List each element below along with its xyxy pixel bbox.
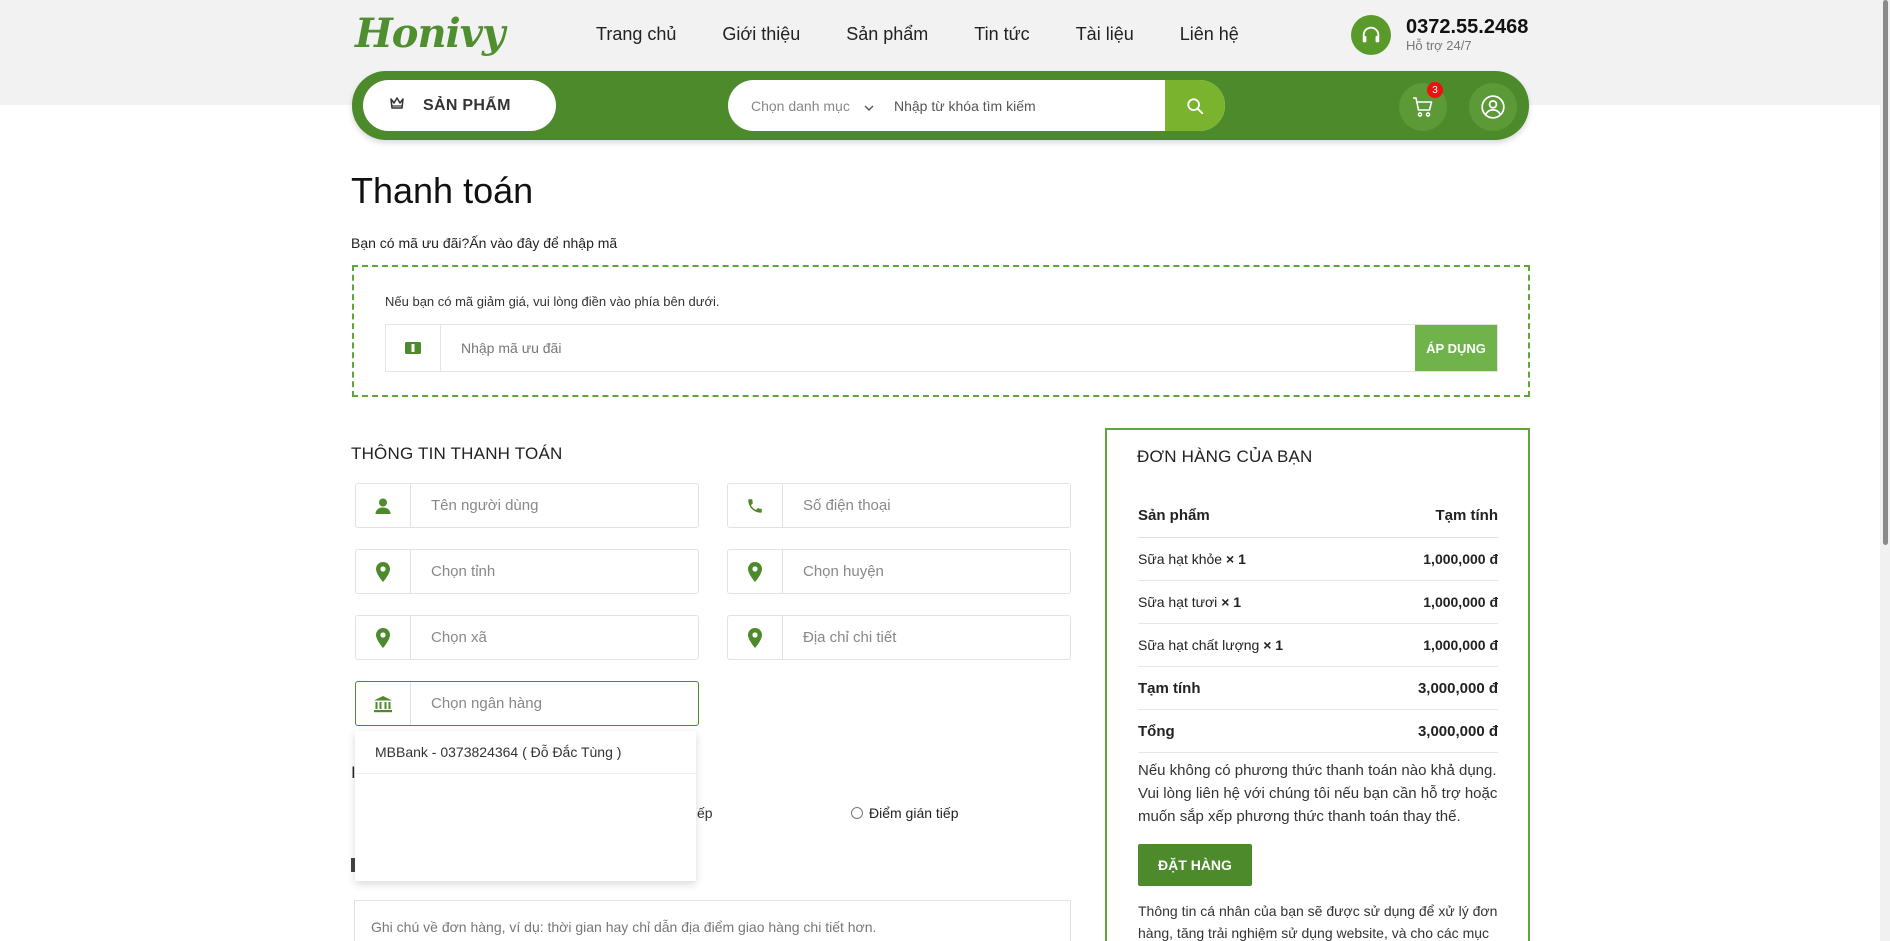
bank-dropdown: MBBank - 0373824364 ( Đỗ Đắc Tùng ): [355, 731, 696, 881]
place-order-button[interactable]: ĐẶT HÀNG: [1138, 844, 1252, 886]
category-select-label: Chọn danh mục: [751, 97, 850, 114]
item-qty: × 1: [1226, 551, 1246, 567]
ticket-icon: [386, 325, 441, 371]
products-menu-button[interactable]: SẢN PHẨM: [363, 80, 556, 131]
user-icon: [356, 484, 411, 527]
total-label: Tổng: [1138, 722, 1175, 740]
user-circle-icon: [1481, 95, 1505, 119]
address-field[interactable]: Địa chỉ chi tiết: [727, 615, 1071, 660]
item-price: 1,000,000 đ: [1423, 551, 1498, 567]
order-item-row: Sữa hạt khỏe × 1 1,000,000 đ: [1138, 538, 1498, 581]
subtotal-row: Tạm tính 3,000,000 đ: [1138, 667, 1498, 710]
search-input[interactable]: Nhập từ khóa tìm kiếm: [888, 98, 1165, 114]
district-placeholder: Chọn huyện: [803, 563, 884, 580]
item-name: Sữa hạt khỏe: [1138, 551, 1223, 567]
item-price: 1,000,000 đ: [1423, 594, 1498, 610]
total-value: 3,000,000 đ: [1417, 722, 1498, 740]
main-nav: Trang chủ Giới thiệu Sản phẩm Tin tức Tà…: [596, 22, 1285, 46]
address-placeholder: Địa chỉ chi tiết: [803, 629, 897, 646]
order-header-row: Sản phẩm Tạm tính: [1138, 493, 1498, 538]
subtotal-label: Tạm tính: [1138, 679, 1201, 697]
coupon-toggle-link[interactable]: Bạn có mã ưu đãi?Ấn vào đây để nhập mã: [351, 235, 617, 251]
phone-field[interactable]: Số điện thoại: [727, 483, 1071, 528]
cart-button[interactable]: 3: [1399, 82, 1447, 131]
hotline-number: 0372.55.2468: [1406, 16, 1529, 38]
logo-text: Honivy: [355, 10, 505, 57]
subtotal-value: 3,000,000 đ: [1417, 679, 1498, 697]
headset-icon: [1351, 15, 1391, 55]
bank-option[interactable]: MBBank - 0373824364 ( Đỗ Đắc Tùng ): [355, 731, 696, 774]
account-button[interactable]: [1469, 83, 1517, 131]
search-button[interactable]: [1165, 80, 1225, 131]
map-pin-icon: [728, 616, 783, 659]
category-select[interactable]: Chọn danh mục: [728, 98, 888, 114]
total-row: Tổng 3,000,000 đ: [1138, 710, 1498, 753]
bank-placeholder: Chọn ngân hàng: [431, 695, 542, 712]
apply-coupon-button[interactable]: ÁP DỤNG: [1415, 325, 1497, 371]
nav-about[interactable]: Giới thiệu: [722, 22, 800, 46]
col-product: Sản phẩm: [1138, 506, 1210, 524]
cart-count-badge: 3: [1427, 82, 1443, 98]
coupon-input[interactable]: Nhập mã ưu đãi: [441, 325, 1415, 371]
nav-products[interactable]: Sản phẩm: [846, 22, 928, 46]
name-field[interactable]: Tên người dùng: [355, 483, 699, 528]
bank-icon: [356, 682, 411, 725]
hotline[interactable]: 0372.55.2468 Hỗ trợ 24/7: [1351, 15, 1528, 55]
products-menu-label: SẢN PHẨM: [423, 96, 511, 114]
billing-section-title: THÔNG TIN THANH TOÁN: [351, 444, 563, 463]
province-select[interactable]: Chọn tỉnh: [355, 549, 699, 594]
privacy-note: Thông tin cá nhân của bạn sẽ được sử dụn…: [1138, 903, 1498, 941]
col-subtotal: Tạm tính: [1435, 506, 1499, 524]
scrollbar-thumb[interactable]: [1883, 0, 1888, 545]
map-pin-icon: [728, 550, 783, 593]
page-title: Thanh toán: [351, 170, 534, 211]
brand-logo[interactable]: Honivy: [355, 8, 505, 60]
item-name: Sữa hạt tươi: [1138, 594, 1218, 610]
item-name: Sữa hạt chất lượng: [1138, 637, 1260, 653]
province-placeholder: Chọn tỉnh: [431, 563, 496, 580]
item-price: 1,000,000 đ: [1423, 637, 1498, 653]
ward-placeholder: Chọn xã: [431, 629, 487, 646]
order-item-row: Sữa hạt chất lượng × 1 1,000,000 đ: [1138, 624, 1498, 667]
search-bar: Chọn danh mục Nhập từ khóa tìm kiếm: [728, 80, 1225, 131]
bank-select[interactable]: Chọn ngân hàng: [355, 681, 699, 726]
shipping-option-indirect[interactable]: Điểm gián tiếp: [851, 805, 959, 821]
shipping-option-indirect-label: Điểm gián tiếp: [869, 805, 959, 821]
crown-icon: [389, 95, 405, 116]
nav-home[interactable]: Trang chủ: [596, 22, 676, 46]
order-notes-textarea[interactable]: Ghi chú về đơn hàng, ví dụ: thời gian ha…: [354, 900, 1071, 941]
order-table: Sản phẩm Tạm tính Sữa hạt khỏe × 1 1,000…: [1138, 493, 1498, 753]
nav-news[interactable]: Tin tức: [974, 22, 1029, 46]
order-item-row: Sữa hạt tươi × 1 1,000,000 đ: [1138, 581, 1498, 624]
name-placeholder: Tên người dùng: [431, 497, 539, 514]
item-qty: × 1: [1263, 637, 1284, 653]
map-pin-icon: [356, 616, 411, 659]
payment-note: Nếu không có phương thức thanh toán nào …: [1138, 762, 1498, 825]
phone-placeholder: Số điện thoại: [803, 497, 891, 514]
toolbar: SẢN PHẨM Chọn danh mục Nhập từ khóa tìm …: [352, 71, 1529, 140]
hotline-sub: Hỗ trợ 24/7: [1406, 38, 1472, 53]
shipping-option-direct-label[interactable]: ếp: [697, 805, 713, 821]
phone-icon: [728, 484, 783, 527]
cart-icon: [1413, 97, 1433, 117]
coupon-box: Nếu bạn có mã giảm giá, vui lòng điền và…: [352, 265, 1530, 397]
coupon-row: Nhập mã ưu đãi ÁP DỤNG: [385, 324, 1498, 372]
map-pin-icon: [356, 550, 411, 593]
radio-button[interactable]: [851, 807, 863, 819]
ward-select[interactable]: Chọn xã: [355, 615, 699, 660]
district-select[interactable]: Chọn huyện: [727, 549, 1071, 594]
chevron-down-icon: [864, 98, 874, 114]
order-title: ĐƠN HÀNG CỦA BẠN: [1137, 447, 1313, 466]
coupon-note: Nếu bạn có mã giảm giá, vui lòng điền và…: [385, 294, 720, 309]
nav-documents[interactable]: Tài liệu: [1076, 22, 1134, 46]
item-qty: × 1: [1221, 594, 1242, 610]
nav-contact[interactable]: Liên hệ: [1180, 22, 1239, 46]
order-summary: ĐƠN HÀNG CỦA BẠN Sản phẩm Tạm tính Sữa h…: [1105, 428, 1530, 941]
search-icon: [1187, 97, 1204, 114]
